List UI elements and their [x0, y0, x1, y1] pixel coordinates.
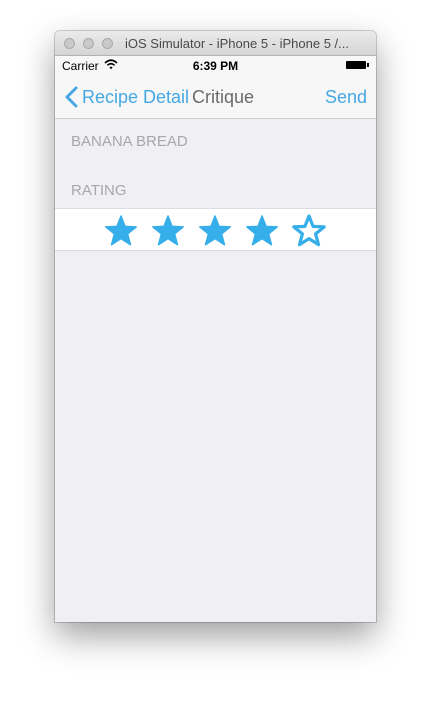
simulator-window: iOS Simulator - iPhone 5 - iPhone 5 /...…	[55, 31, 376, 622]
star-empty-icon[interactable]	[291, 213, 327, 249]
star-filled-icon[interactable]	[244, 213, 280, 249]
navigation-bar: Recipe Detail Critique Send	[55, 76, 376, 119]
send-button[interactable]: Send	[325, 87, 367, 108]
window-title: iOS Simulator - iPhone 5 - iPhone 5 /...	[125, 36, 349, 51]
recipe-name-header: BANANA BREAD	[71, 133, 188, 150]
star-filled-icon[interactable]	[197, 213, 233, 249]
nav-title: Critique	[192, 87, 255, 107]
battery-icon	[346, 61, 369, 69]
close-window-button[interactable]	[64, 38, 75, 49]
status-time: 6:39 PM	[192, 59, 239, 73]
window-titlebar: iOS Simulator - iPhone 5 - iPhone 5 /...	[55, 31, 376, 56]
star-filled-icon[interactable]	[103, 213, 139, 249]
status-bar: Carrier 6:39 PM	[55, 56, 376, 76]
star-rating-control[interactable]	[55, 208, 376, 251]
back-button[interactable]: Recipe Detail	[82, 87, 189, 108]
zoom-window-button[interactable]	[102, 38, 113, 49]
minimize-window-button[interactable]	[83, 38, 94, 49]
back-chevron-icon[interactable]	[64, 86, 79, 108]
star-filled-icon[interactable]	[150, 213, 186, 249]
rating-section-header: RATING	[71, 182, 127, 199]
